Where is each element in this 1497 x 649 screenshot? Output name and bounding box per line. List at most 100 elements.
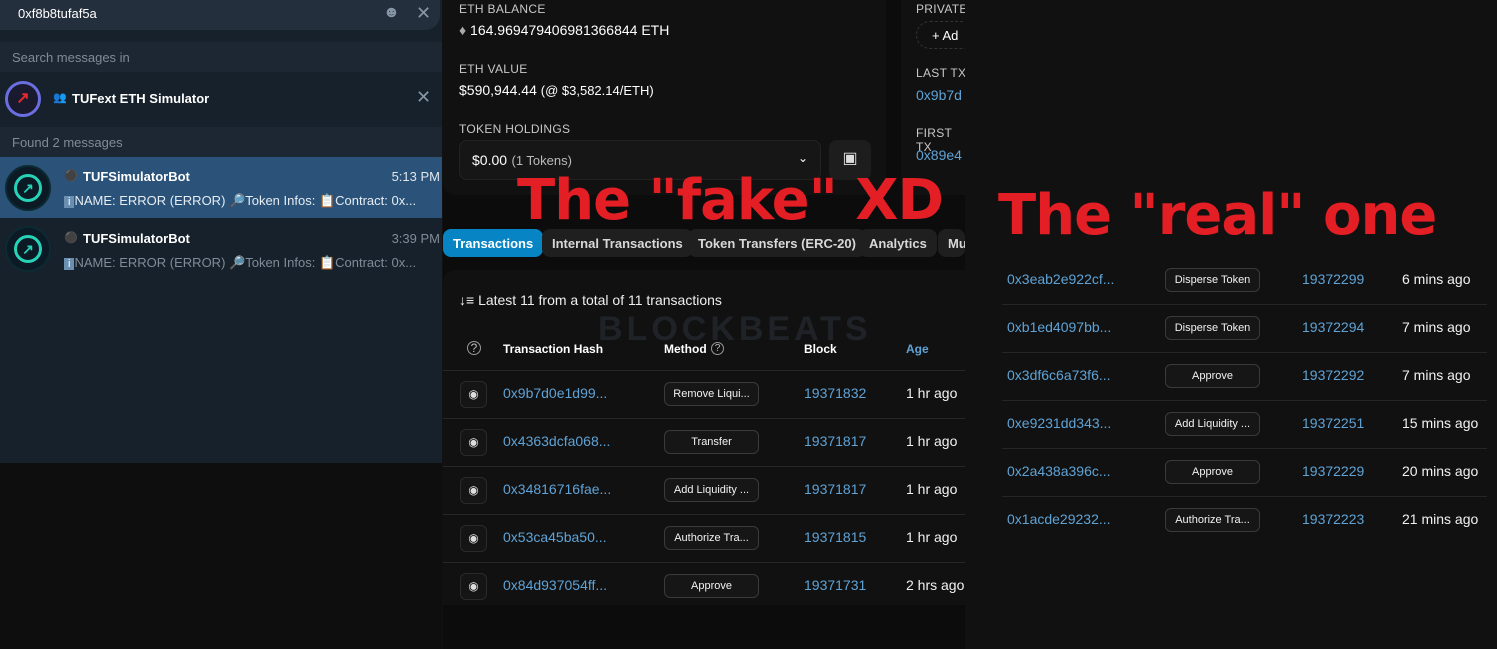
- remove-chat-filter-icon[interactable]: ✕: [416, 87, 431, 108]
- tx-hash-link[interactable]: 0x3eab2e922cf...: [1007, 271, 1114, 287]
- transaction-row: 0x3df6c6a73f6... Approve 19372292 7 mins ag…: [965, 352, 1487, 400]
- transaction-row: ◉ 0x53ca45ba50... Authorize Tra... 19371815…: [443, 514, 965, 562]
- block-link[interactable]: 19372292: [1302, 367, 1364, 383]
- row-divider: [443, 562, 965, 563]
- tx-age: 6 mins ago: [1402, 271, 1471, 287]
- clear-search-icon[interactable]: ✕: [416, 3, 431, 24]
- tx-age: 20 mins ago: [1402, 463, 1479, 479]
- message-result[interactable]: ↗ ⚫ TUFSimulatorBot 5:13 PM i NAME: ERROR…: [0, 157, 442, 218]
- bot-avatar: ↗: [5, 226, 51, 272]
- token-count: (1 Tokens): [511, 153, 572, 168]
- row-divider: [1002, 400, 1487, 401]
- info-icon: i: [64, 258, 75, 270]
- row-divider: [443, 418, 965, 419]
- block-link[interactable]: 19371817: [804, 433, 866, 449]
- sort-icon: ↓≡: [459, 292, 475, 308]
- eye-icon[interactable]: ◉: [460, 573, 487, 600]
- tx-hash-link[interactable]: 0xb1ed4097bb...: [1007, 319, 1111, 335]
- method-badge: Remove Liqui...: [664, 382, 759, 406]
- transaction-row: 0x1acde29232... Authorize Tra... 19372223 2…: [965, 496, 1487, 544]
- tx-age: 1 hr ago: [906, 481, 958, 497]
- block-link[interactable]: 19371731: [804, 577, 866, 593]
- eye-icon[interactable]: ◉: [460, 429, 487, 456]
- bot-avatar: ↗: [5, 165, 51, 211]
- tx-hash-link[interactable]: 0x34816716fae...: [503, 481, 611, 497]
- tab-token-transfers[interactable]: Token Transfers (ERC-20): [688, 229, 866, 257]
- eth-icon: ♦: [459, 22, 467, 38]
- tab-internal-transactions[interactable]: Internal Transactions: [542, 229, 693, 257]
- message-result[interactable]: ↗ ⚫ TUFSimulatorBot 3:39 PM i NAME: ERROR…: [0, 218, 442, 279]
- explorer-fake: ETH BALANCE ♦ 164.969479406981366844 ETH…: [443, 0, 976, 649]
- sender-name: TUFSimulatorBot: [83, 231, 190, 246]
- bot-icon: ⚫: [64, 170, 78, 182]
- row-divider: [443, 514, 965, 515]
- token-value: $0.00: [472, 152, 508, 168]
- tx-hash-link[interactable]: 0x1acde29232...: [1007, 511, 1111, 527]
- eye-icon[interactable]: ◉: [460, 381, 487, 408]
- block-link[interactable]: 19372229: [1302, 463, 1364, 479]
- tab-analytics[interactable]: Analytics: [859, 229, 937, 257]
- tx-hash-link[interactable]: 0x3df6c6a73f6...: [1007, 367, 1111, 383]
- block-link[interactable]: 19371815: [804, 529, 866, 545]
- block-link[interactable]: 19372223: [1302, 511, 1364, 527]
- eth-balance-label: ETH BALANCE: [459, 2, 546, 16]
- eth-price: (@ $3,582.14/ETH): [540, 83, 654, 98]
- overview-card: ETH BALANCE ♦ 164.969479406981366844 ETH…: [443, 0, 886, 195]
- message-time: 5:13 PM: [391, 169, 440, 184]
- block-link[interactable]: 19372294: [1302, 319, 1364, 335]
- method-badge: Transfer: [664, 430, 759, 454]
- chevron-down-icon: ⌄: [797, 151, 808, 165]
- header-block: Block: [804, 342, 837, 356]
- tab-transactions[interactable]: Transactions: [443, 229, 544, 257]
- transaction-row: ◉ 0x4363dcfa068... Transfer 19371817 1 hr ag…: [443, 418, 965, 466]
- block-link[interactable]: 19371832: [804, 385, 866, 401]
- tab-more[interactable]: Mu: [938, 229, 965, 257]
- empty-area: [0, 463, 442, 649]
- clipboard-icon: 📋: [318, 255, 336, 270]
- tx-age: 15 mins ago: [1402, 415, 1479, 431]
- message-name-text: NAME: ERROR (ERROR): [74, 193, 226, 208]
- method-badge: Add Liquidity ...: [664, 478, 759, 502]
- magnifier-icon: 🔎: [229, 255, 246, 270]
- fake-annotation: The "fake" XD: [517, 168, 944, 233]
- tx-hash-link[interactable]: 0xe9231dd343...: [1007, 415, 1111, 431]
- real-annotation: The "real" one: [998, 183, 1437, 248]
- header-transaction-hash: Transaction Hash: [503, 342, 604, 356]
- block-link[interactable]: 19372299: [1302, 271, 1364, 287]
- row-divider: [1002, 448, 1487, 449]
- search-messages-in-label: Search messages in: [0, 42, 442, 72]
- help-icon[interactable]: ?: [467, 341, 481, 355]
- header-method: Method: [664, 342, 707, 356]
- tx-hash-link[interactable]: 0x4363dcfa068...: [503, 433, 610, 449]
- transactions-card: BLOCKBEATS ↓≡ Latest 11 from a total of …: [443, 270, 965, 605]
- method-help-icon[interactable]: ?: [711, 342, 724, 355]
- header-age[interactable]: Age: [906, 342, 929, 356]
- first-tx-link[interactable]: 0x89e4: [916, 147, 962, 163]
- last-tx-link[interactable]: 0x9b7d: [916, 87, 962, 103]
- row-divider: [1002, 496, 1487, 497]
- tx-age: 2 hrs ago: [906, 577, 965, 593]
- tx-hash-link[interactable]: 0x53ca45ba50...: [503, 529, 607, 545]
- search-chat-filter[interactable]: ↗ 👥 TUFext ETH Simulator ✕: [0, 73, 442, 125]
- eye-icon[interactable]: ◉: [460, 525, 487, 552]
- tx-hash-link[interactable]: 0x9b7d0e1d99...: [503, 385, 607, 401]
- tx-hash-link[interactable]: 0x2a438a396c...: [1007, 463, 1111, 479]
- method-badge: Authorize Tra...: [664, 526, 759, 550]
- row-divider: [443, 370, 965, 371]
- magnifier-icon: 🔎: [229, 193, 246, 208]
- block-link[interactable]: 19371817: [804, 481, 866, 497]
- telegram-search-panel: 0xf8b8tufaf5a ☻ ✕ Search messages in ↗ 👥…: [0, 0, 442, 463]
- transaction-row: ◉ 0x9b7d0e1d99... Remove Liqui... 19371832 1…: [443, 370, 965, 418]
- eye-icon[interactable]: ◉: [460, 477, 487, 504]
- block-link[interactable]: 19372251: [1302, 415, 1364, 431]
- tx-hash-link[interactable]: 0x84d937054ff...: [503, 577, 607, 593]
- message-time: 3:39 PM: [391, 231, 440, 246]
- eth-balance: 164.969479406981366844 ETH: [470, 22, 670, 38]
- row-divider: [1002, 304, 1487, 305]
- row-divider: [1002, 352, 1487, 353]
- user-icon[interactable]: ☻: [383, 4, 400, 22]
- eth-value-label: ETH VALUE: [459, 62, 528, 76]
- sender-name: TUFSimulatorBot: [83, 169, 190, 184]
- last-tx-label: LAST TX: [916, 66, 967, 80]
- search-input[interactable]: 0xf8b8tufaf5a ☻ ✕: [0, 0, 440, 30]
